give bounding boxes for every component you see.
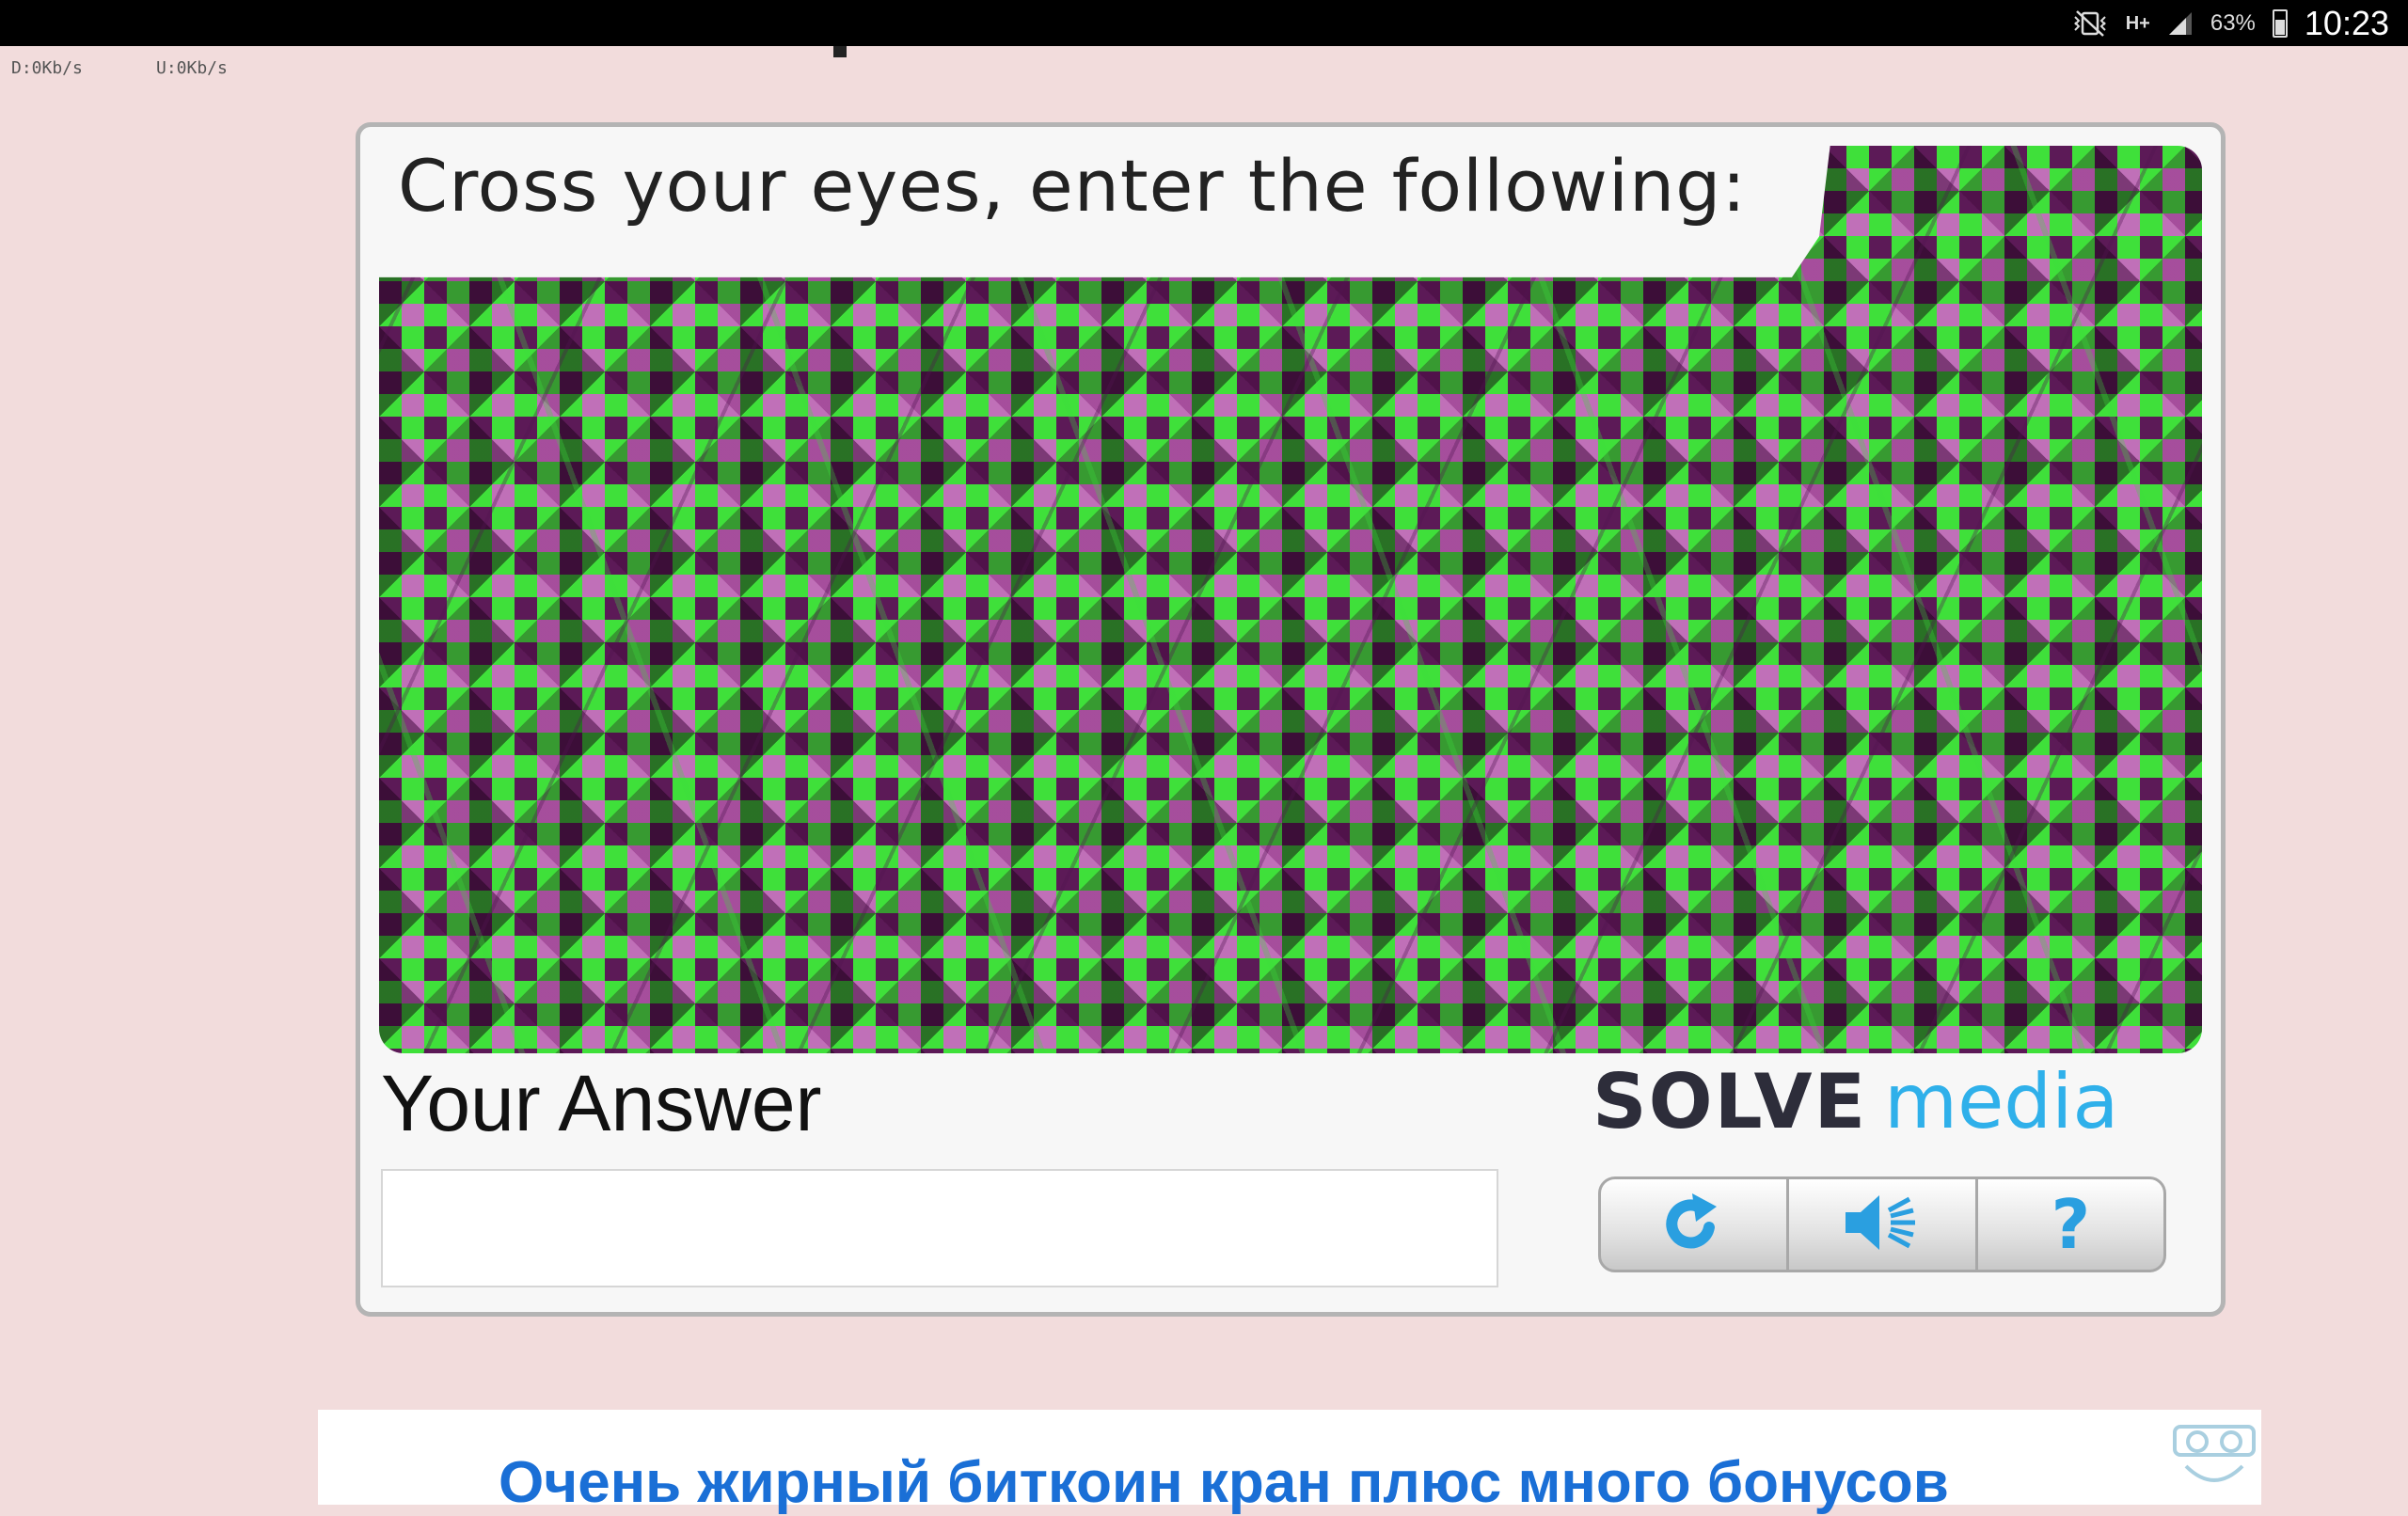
network-type-icon: H+ xyxy=(2125,12,2150,34)
captcha-instruction: Cross your eyes, enter the following: xyxy=(398,144,1747,228)
download-speed: D:0Kb/s xyxy=(11,58,83,78)
upload-speed: U:0Kb/s xyxy=(156,58,228,78)
speaker-icon xyxy=(1840,1190,1925,1260)
answer-input[interactable] xyxy=(381,1169,1498,1287)
refresh-icon xyxy=(1656,1190,1732,1260)
brand-media-text: media xyxy=(1884,1058,2119,1145)
battery-percent: 63% xyxy=(2210,9,2256,36)
audio-button[interactable] xyxy=(1789,1179,1978,1270)
ad-link-text[interactable]: Очень жирный биткоин кран плюс много бон… xyxy=(499,1449,1949,1516)
captcha-controls: ? xyxy=(1598,1176,2166,1272)
clock: 10:23 xyxy=(2304,3,2389,42)
solve-media-logo: SOLVE media xyxy=(1592,1058,2118,1145)
mute-vibrate-icon xyxy=(2071,9,2109,38)
signal-strength-icon xyxy=(2167,10,2194,37)
battery-icon xyxy=(2272,8,2288,38)
ad-banner[interactable]: Очень жирный биткоин кран плюс много бон… xyxy=(318,1410,2261,1515)
status-icons: H+ 63% 10:23 xyxy=(2071,0,2389,46)
refresh-button[interactable] xyxy=(1601,1179,1790,1270)
help-button[interactable]: ? xyxy=(1978,1179,2163,1270)
mascot-icon xyxy=(2167,1419,2261,1505)
captcha-widget: Cross your eyes, enter the following: Yo… xyxy=(356,122,2226,1317)
help-icon: ? xyxy=(2051,1185,2091,1264)
status-bar: H+ 63% 10:23 xyxy=(0,0,2408,46)
brand-solve-text: SOLVE xyxy=(1592,1058,1868,1145)
captcha-image xyxy=(379,146,2202,1053)
answer-label: Your Answer xyxy=(381,1059,822,1147)
status-bar-artifact xyxy=(833,46,847,57)
